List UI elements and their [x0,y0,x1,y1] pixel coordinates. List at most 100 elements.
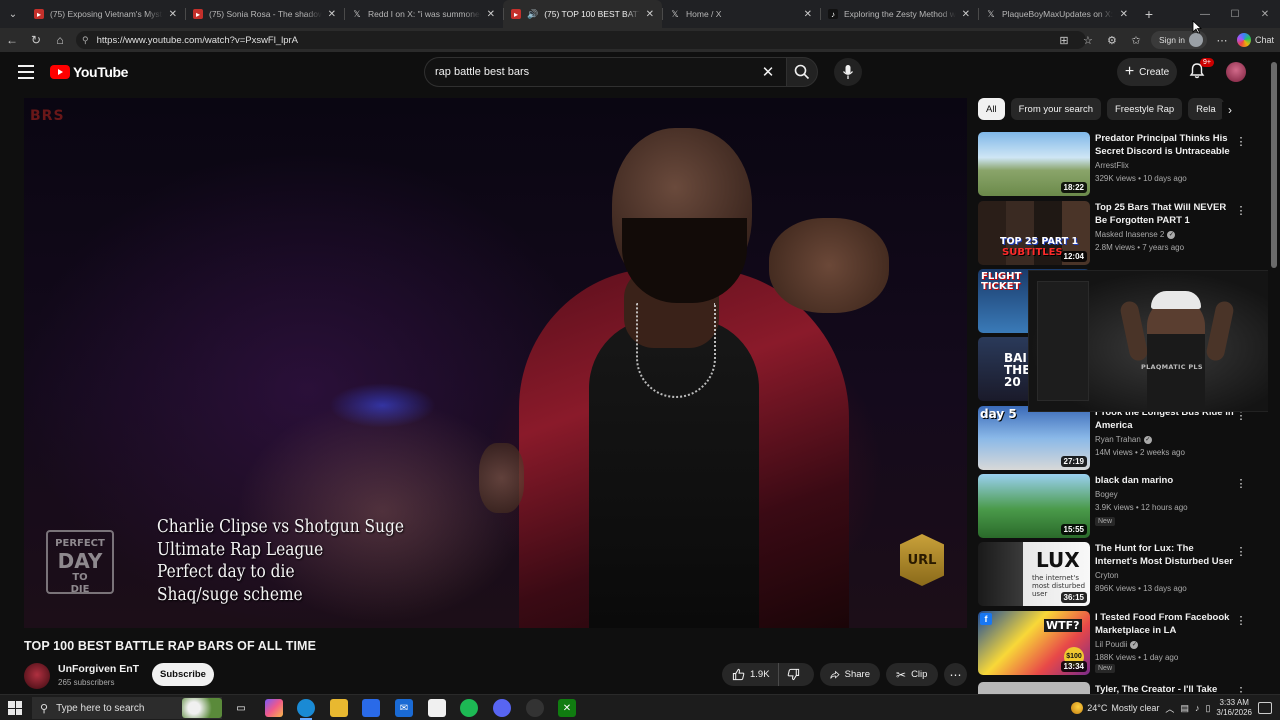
video-thumbnail[interactable]: 15:55 [978,474,1090,538]
recommendation-item[interactable]: f WTF? $100 13:34 I Tested Food From Fac… [978,611,1248,675]
recommendation-channel[interactable]: Bogey [1095,490,1118,499]
video-thumbnail[interactable]: day 5 27:19 [978,406,1090,470]
kebab-menu-icon[interactable]: ⋮ [1236,134,1247,148]
create-button[interactable]: + Create [1117,58,1177,86]
close-tab-icon[interactable]: ✕ [487,9,495,20]
recommendation-item[interactable]: Tyler, The Creator - I'll Take Care ⋮ [978,682,1248,694]
chip-from-your-search[interactable]: From your search [1010,98,1101,120]
kebab-menu-icon[interactable]: ⋮ [1236,476,1247,490]
chip-all[interactable]: All [978,98,1005,120]
windows-start-icon[interactable] [8,701,22,715]
video-thumbnail[interactable]: f WTF? $100 13:34 [978,611,1090,675]
copilot-icon[interactable] [265,699,283,717]
account-avatar[interactable] [1226,62,1246,82]
close-window-icon[interactable]: ✕ [1250,0,1280,28]
channel-name[interactable]: UnForgiven EnT [58,663,139,675]
tab-actions-menu-icon[interactable]: ⌄ [0,0,26,28]
scrollbar-thumb[interactable] [1271,62,1277,268]
refresh-icon[interactable]: ↻ [24,28,48,52]
weather-widget[interactable]: 24°C Mostly clear [1071,702,1159,714]
clock[interactable]: 3:33 AM 3/16/2026 [1216,698,1252,718]
recommendation-channel[interactable]: Lil Poudii ✓ [1095,640,1139,649]
browser-tab[interactable]: 𝕏 Redd I on X: "i was summoned hi ✕ [344,0,503,28]
browser-tab[interactable]: 𝕏 PlaqueBoyMaxUpdates on X: "25 ✕ [978,0,1136,28]
extensions-icon[interactable]: ⚙ [1103,34,1121,47]
mail-icon[interactable]: ✉ [395,699,413,717]
kebab-menu-icon[interactable]: ⋮ [1236,613,1247,627]
recommendation-item[interactable]: 18:22 Predator Principal Thinks His Secr… [978,132,1248,196]
video-player[interactable]: BRS PERFECT DAY TO DIE Charlie Clipse vs… [24,98,967,628]
kebab-menu-icon[interactable]: ⋮ [1236,684,1247,695]
taskbar-search[interactable]: ⚲ Type here to search [32,697,222,719]
channel-avatar[interactable] [24,663,50,689]
search-input[interactable]: rap battle best bars [424,57,786,87]
tray-overflow-icon[interactable]: ︿ [1165,702,1174,715]
clear-search-icon[interactable]: ✕ [758,62,778,82]
spotify-icon[interactable] [460,699,478,717]
copilot-chat-button[interactable]: Chat [1236,33,1274,47]
back-icon[interactable]: ← [0,28,24,52]
speaker-icon[interactable]: ♪ [1195,703,1200,713]
notifications-button[interactable]: 9+ [1188,58,1214,84]
recommendation-channel[interactable]: ArrestFlix [1095,161,1129,170]
webcam-overlay[interactable]: PLAQMATIC PLS [1028,270,1278,412]
share-button[interactable]: Share [820,663,880,686]
recommendation-channel[interactable]: Ryan Trahan ✓ [1095,435,1152,444]
dislike-button[interactable] [779,663,809,686]
speaker-icon[interactable]: 🔊 [527,9,538,20]
browser-tab[interactable]: 𝕏 Home / X ✕ [662,0,820,28]
close-tab-icon[interactable]: ✕ [328,9,336,20]
subscribe-button[interactable]: Subscribe [152,663,214,686]
favorite-star-icon[interactable]: ☆ [1079,34,1097,47]
menu-icon[interactable] [18,65,34,79]
recommendation-title[interactable]: Predator Principal Thinks His Secret Dis… [1095,132,1235,158]
xbox-icon[interactable]: ✕ [558,699,576,717]
store-icon[interactable] [362,699,380,717]
network-icon[interactable]: ▤ [1180,703,1189,714]
file-explorer-icon[interactable] [330,699,348,717]
recommendation-title[interactable]: Tyler, The Creator - I'll Take Care [1095,683,1235,694]
like-button[interactable]: 1.9K [722,663,779,686]
address-bar[interactable]: ⚲ https://www.youtube.com/watch?v=PxswFl… [76,31,1086,49]
video-thumbnail[interactable]: TOP 25 PART 1 SUBTITLES 12:04 [978,201,1090,265]
chip-related[interactable]: Rela [1188,98,1224,120]
edge-browser-icon[interactable] [297,699,315,720]
close-tab-icon[interactable]: ✕ [169,9,177,20]
chevron-right-icon[interactable]: › [1222,102,1238,118]
chip-freestyle-rap[interactable]: Freestyle Rap [1107,98,1183,120]
recommendation-channel[interactable]: Masked Inasense 2 ✓ [1095,230,1176,239]
recommendation-title[interactable]: Top 25 Bars That Will NEVER Be Forgotten… [1095,201,1235,227]
close-tab-icon[interactable]: ✕ [646,9,654,20]
browser-tab[interactable]: ▸ (75) Sonia Rosa - The shadow of y ✕ [185,0,344,28]
more-actions-icon[interactable]: ⋯ [944,663,967,686]
close-tab-icon[interactable]: ✕ [804,9,812,20]
recommendation-channel[interactable]: Cryton [1095,571,1119,580]
kebab-menu-icon[interactable]: ⋮ [1236,544,1247,558]
video-thumbnail[interactable]: LUX the internet's most disturbed user 3… [978,542,1090,606]
battery-icon[interactable]: ▯ [1205,703,1210,714]
new-tab-icon[interactable]: + [1136,6,1162,22]
recommendation-title[interactable]: The Hunt for Lux: The Internet's Most Di… [1095,542,1235,568]
browser-tab-active[interactable]: ▸ 🔊 (75) TOP 100 BEST BATTLE RA ✕ [503,0,662,28]
kebab-menu-icon[interactable]: ⋮ [1236,203,1247,217]
maximize-icon[interactable]: ☐ [1220,0,1250,28]
browser-tab[interactable]: ▸ (75) Exposing Vietnam's Mystery I ✕ [26,0,185,28]
home-icon[interactable]: ⌂ [48,28,72,52]
discord-icon[interactable] [493,699,511,717]
close-tab-icon[interactable]: ✕ [962,9,970,20]
obs-icon[interactable] [526,699,544,717]
recommendation-item[interactable]: day 5 27:19 I Took the Longest Bus Ride … [978,406,1248,470]
youtube-logo[interactable]: YouTube [50,64,128,80]
app-available-icon[interactable]: ⊞ [1055,34,1073,47]
site-info-icon[interactable]: ⚲ [82,35,89,46]
document-icon[interactable] [428,699,446,717]
search-button[interactable] [786,57,818,87]
voice-search-button[interactable] [834,58,862,86]
video-thumbnail[interactable]: 18:22 [978,132,1090,196]
favorites-icon[interactable]: ✩ [1127,34,1145,47]
recommendation-title[interactable]: black dan marino [1095,474,1235,487]
video-thumbnail[interactable] [978,682,1090,694]
recommendation-item[interactable]: LUX the internet's most disturbed user 3… [978,542,1248,606]
recommendation-item[interactable]: 15:55 black dan marino Bogey 3.9K views … [978,474,1248,538]
browser-tab[interactable]: ♪ Exploring the Zesty Method with ✕ [820,0,978,28]
